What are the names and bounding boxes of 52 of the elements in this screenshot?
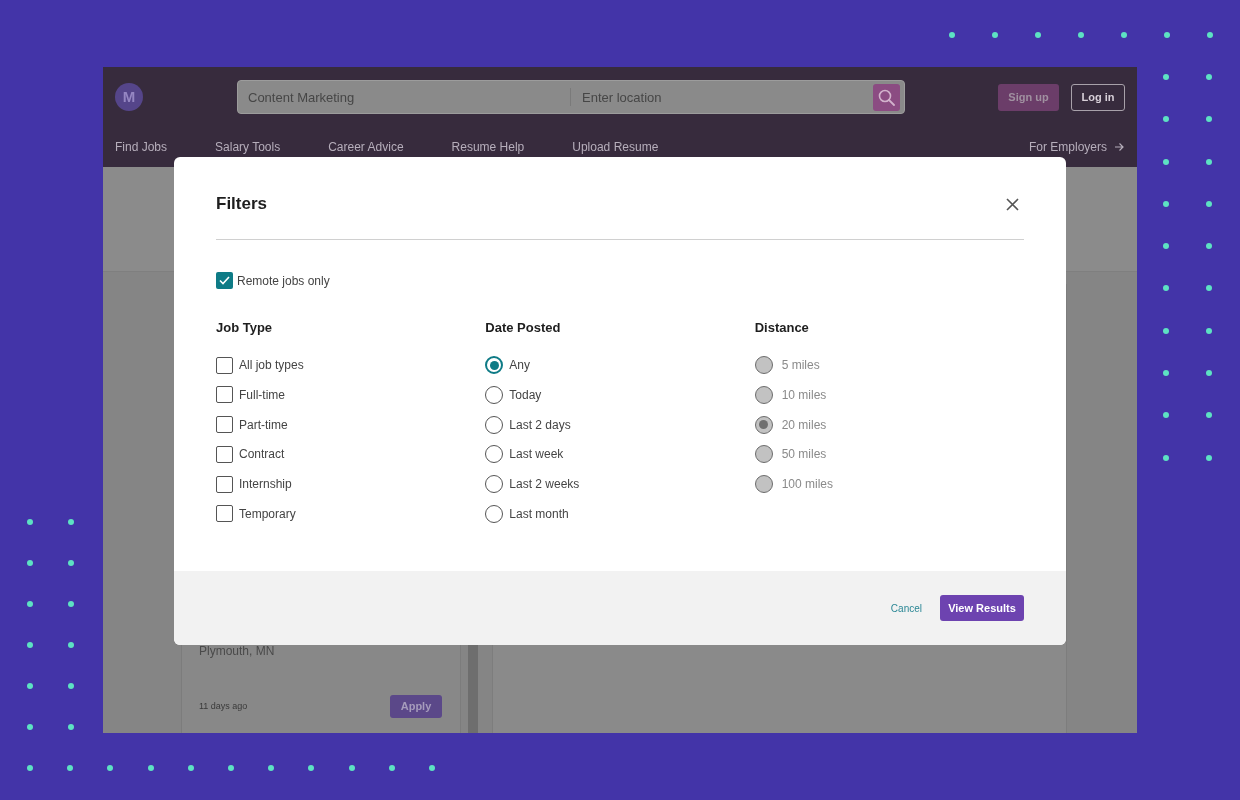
checkbox[interactable] bbox=[216, 356, 233, 374]
search-icon bbox=[878, 88, 895, 106]
radio-label: Today bbox=[509, 386, 542, 404]
radio-label: Any bbox=[509, 357, 530, 374]
group-heading: Distance bbox=[754, 320, 809, 336]
radio-button[interactable] bbox=[485, 356, 504, 374]
radio-label: Last 2 days bbox=[509, 416, 571, 434]
checkmark-icon bbox=[219, 276, 230, 285]
radio-button[interactable] bbox=[485, 415, 504, 434]
checkbox[interactable] bbox=[216, 475, 233, 493]
group-heading: Date Posted bbox=[485, 320, 561, 336]
posted-date: 11 days ago bbox=[199, 699, 248, 713]
radio-label: 100 miles bbox=[781, 476, 833, 494]
job-location: Plymouth, MN bbox=[199, 643, 275, 660]
radio-button[interactable] bbox=[485, 445, 504, 464]
checkbox-label: All job types bbox=[239, 357, 304, 374]
group-heading: Job Type bbox=[216, 320, 273, 336]
radio-button[interactable] bbox=[485, 385, 504, 404]
nav-link[interactable]: Resume Help bbox=[451, 138, 525, 156]
checkbox[interactable] bbox=[216, 416, 233, 434]
close-icon[interactable] bbox=[1006, 197, 1019, 211]
checkbox-label: Temporary bbox=[239, 506, 296, 523]
nav-link[interactable]: Career Advice bbox=[328, 138, 404, 156]
radio-label: 50 miles bbox=[781, 446, 827, 464]
dialog-title: Filters bbox=[216, 193, 268, 216]
nav-link[interactable]: Upload Resume bbox=[572, 138, 659, 156]
radio-label: 5 miles bbox=[781, 357, 820, 374]
arrow-right-icon bbox=[1114, 142, 1124, 152]
radio-label: 10 miles bbox=[781, 386, 827, 404]
checkbox[interactable] bbox=[216, 505, 233, 523]
nav-link[interactable]: Find Jobs bbox=[115, 138, 168, 156]
log-in-button[interactable]: Log in bbox=[1071, 83, 1125, 111]
checkbox[interactable] bbox=[216, 386, 233, 404]
radio-label: Last month bbox=[509, 506, 569, 523]
nav-link[interactable]: Salary Tools bbox=[215, 138, 281, 156]
location-field[interactable]: Enter location bbox=[571, 81, 873, 113]
checkbox-label: Full-time bbox=[239, 386, 285, 404]
radio-label: Last 2 weeks bbox=[509, 476, 580, 494]
checkbox[interactable] bbox=[216, 445, 233, 463]
search-button[interactable] bbox=[873, 83, 900, 111]
checkbox-label: Internship bbox=[239, 476, 292, 494]
checkbox-label: Remote jobs only bbox=[237, 272, 330, 290]
checkbox[interactable] bbox=[216, 272, 233, 289]
checkbox-label: Contract bbox=[239, 446, 285, 464]
radio-label: 20 miles bbox=[781, 416, 827, 434]
for-employers-link[interactable]: For Employers bbox=[1028, 138, 1124, 156]
view-results-button[interactable]: View Results bbox=[940, 595, 1024, 621]
radio-label: Last week bbox=[509, 446, 564, 464]
radio-button[interactable] bbox=[485, 475, 504, 494]
radio-button[interactable] bbox=[485, 505, 504, 523]
cancel-link[interactable]: Cancel bbox=[890, 600, 922, 616]
checkbox-label: Part-time bbox=[239, 416, 288, 434]
